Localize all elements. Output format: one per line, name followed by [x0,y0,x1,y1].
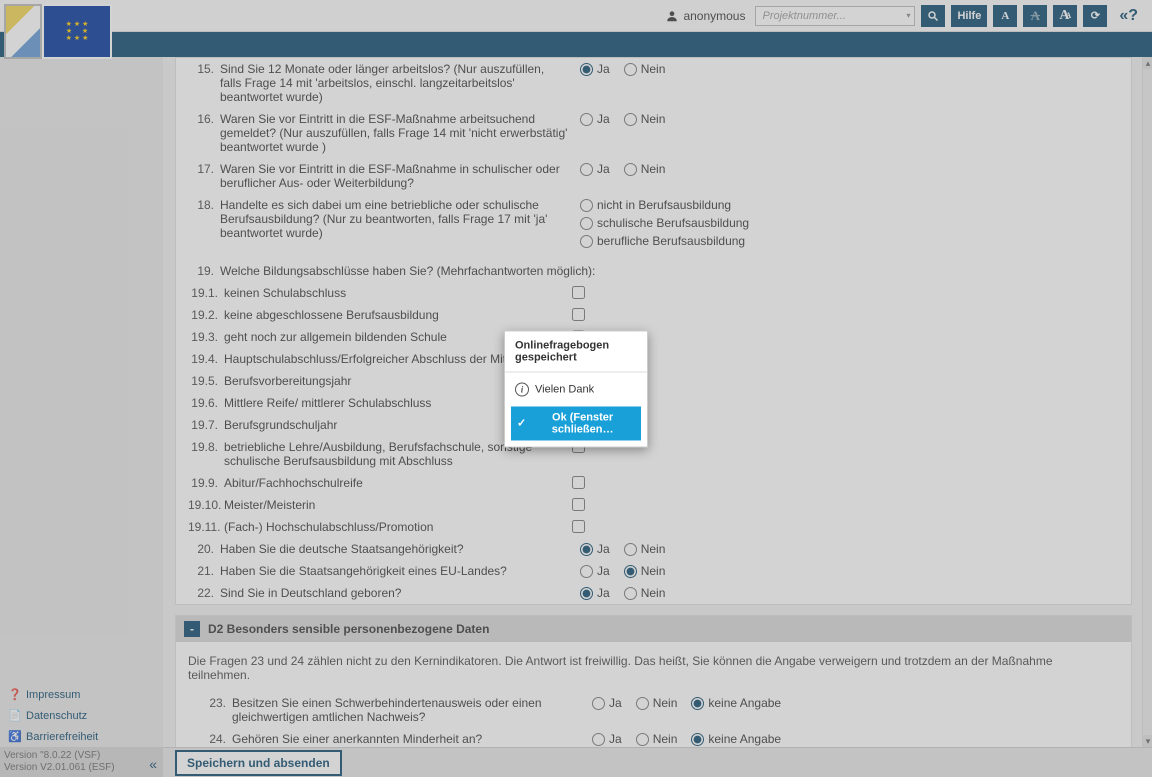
check-icon: ✓ [517,417,526,430]
dialog-ok-label: Ok (Fenster schließen… [530,411,635,435]
dialog-message: Vielen Dank [535,383,594,395]
save-dialog: Onlinefragebogen gespeichert i Vielen Da… [504,330,648,447]
info-icon: i [515,382,529,396]
dialog-ok-button[interactable]: ✓ Ok (Fenster schließen… [511,406,641,440]
dialog-title: Onlinefragebogen gespeichert [505,331,647,372]
